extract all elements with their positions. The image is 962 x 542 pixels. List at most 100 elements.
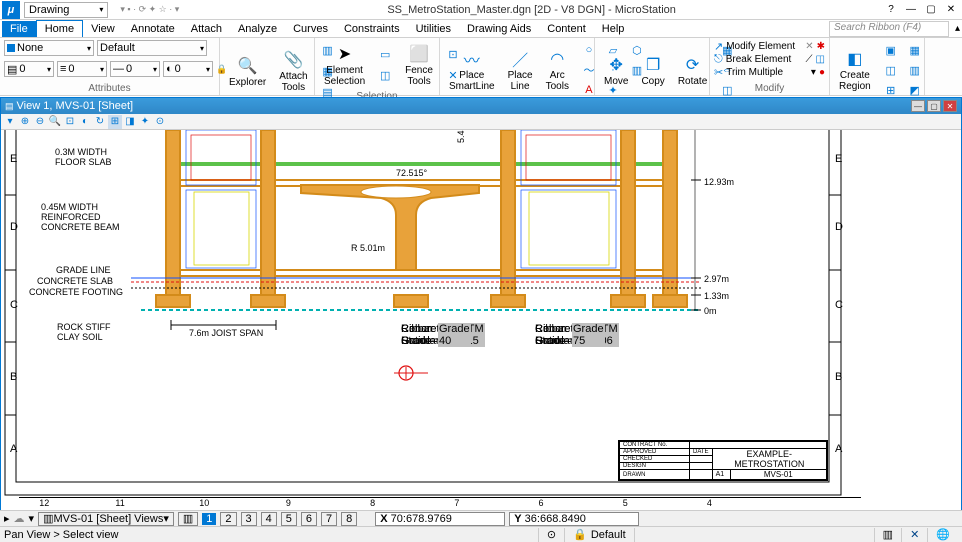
sb-c-icon[interactable]: 🌐 <box>936 528 950 541</box>
fence-tools-button[interactable]: ⬜Fence Tools <box>400 40 438 90</box>
ann-w1: 72.515° <box>396 168 427 178</box>
place-line-button[interactable]: ／Place Line <box>503 45 538 95</box>
svg-text:B: B <box>835 371 842 383</box>
line-combo[interactable]: —0▾ <box>110 61 160 77</box>
tab-drawing-aids[interactable]: Drawing Aids <box>459 21 539 37</box>
lock-icon[interactable]: 🔒 <box>573 528 587 541</box>
vt-9[interactable]: ◨ <box>123 115 137 129</box>
element-selection-button[interactable]: ➤Element Selection <box>319 40 370 90</box>
svg-text:E: E <box>10 153 17 165</box>
create-region-button[interactable]: ◧Create Region <box>834 45 876 95</box>
move-button[interactable]: ✥Move <box>599 51 633 90</box>
g3[interactable]: ◫ <box>879 60 903 80</box>
tab-curves[interactable]: Curves <box>285 21 336 37</box>
group-modify-label: Modify <box>714 82 825 95</box>
view-num-2[interactable]: 2 <box>220 512 236 526</box>
ann-w2: R 5.01m <box>351 243 385 253</box>
ann-h2: 12.93m <box>704 177 734 187</box>
view-close-button[interactable]: ✕ <box>943 100 957 112</box>
cloud-icon[interactable]: ☁ <box>14 512 25 525</box>
maximize-icon[interactable]: ▢ <box>924 3 938 17</box>
g1[interactable]: ▣ <box>879 40 903 60</box>
sb-a-icon[interactable]: ▥ <box>883 528 893 541</box>
view-num-4[interactable]: 4 <box>261 512 277 526</box>
sel-a-button[interactable]: ▭ <box>373 45 397 65</box>
g4[interactable]: ▥ <box>903 60 927 80</box>
ann-h5: 0m <box>704 306 717 316</box>
view-num-6[interactable]: 6 <box>301 512 317 526</box>
ann-h1: 5.47m <box>456 130 466 143</box>
tab-file[interactable]: File <box>2 21 36 37</box>
vt-3[interactable]: ⊖ <box>33 115 47 129</box>
view-num-3[interactable]: 3 <box>241 512 257 526</box>
ann-soil: ROCK STIFF CLAY SOIL <box>57 322 111 342</box>
view-max-button[interactable]: ▢ <box>927 100 941 112</box>
tab-help[interactable]: Help <box>594 21 633 37</box>
weight-combo[interactable]: ≡0▾ <box>57 61 107 77</box>
vt-6[interactable]: ◐ <box>78 115 92 129</box>
sel-b-button[interactable]: ◫ <box>373 66 397 86</box>
vt-1[interactable]: ▾ <box>3 115 17 129</box>
svg-text:A: A <box>835 443 843 455</box>
view-num-1[interactable]: 1 <box>202 513 216 525</box>
bottom-scale: 12 11 10 9 8 7 6 5 4 <box>19 497 861 509</box>
transparency-combo[interactable]: ◐0▾ <box>163 61 213 77</box>
smartline-button[interactable]: 〰Place SmartLine <box>444 45 500 95</box>
group-attributes-label: Attributes <box>4 82 215 95</box>
minimize-icon[interactable]: — <box>904 3 918 17</box>
view-num-5[interactable]: 5 <box>281 512 297 526</box>
attach-tools-button[interactable]: 📎Attach Tools <box>274 46 312 96</box>
tab-annotate[interactable]: Annotate <box>123 21 183 37</box>
view-title: View 1, MVS-01 [Sheet] <box>17 100 134 112</box>
vt-4[interactable]: 🔍 <box>48 115 62 129</box>
close-icon[interactable]: ✕ <box>944 3 958 17</box>
view-window: ▤ View 1, MVS-01 [Sheet] — ▢ ✕ ▾ ⊕ ⊖ 🔍 ⊡… <box>0 97 962 512</box>
view-num-8[interactable]: 8 <box>341 512 357 526</box>
explorer-button[interactable]: 🔍Explorer <box>224 52 271 91</box>
linestyle-combo[interactable]: ▤0▾ <box>4 61 54 77</box>
vt-2[interactable]: ⊕ <box>18 115 32 129</box>
vt-11[interactable]: ⊙ <box>153 115 167 129</box>
ann-floor-slab: 0.3M WIDTH FLOOR SLAB <box>55 147 112 167</box>
view-group-icon[interactable]: ▥ <box>178 512 198 526</box>
view-num-7[interactable]: 7 <box>321 512 337 526</box>
g2[interactable]: ▦ <box>903 40 927 60</box>
workflow-dropdown[interactable]: Drawing▾ <box>24 2 108 18</box>
copy-button[interactable]: ❐Copy <box>636 51 669 90</box>
coord-x: 70:678.9769 <box>391 513 452 525</box>
tab-attach[interactable]: Attach <box>183 21 230 37</box>
drawing-canvas[interactable]: EE DD CC BB AA <box>1 130 961 511</box>
app-logo: μ <box>2 1 20 19</box>
ann-slab: CONCRETE SLAB <box>37 276 113 286</box>
title-block: CONTRACT No. APPROVEDDATEEXAMPLE-METROST… <box>618 440 828 481</box>
tab-home[interactable]: Home <box>36 20 83 37</box>
ann-footing: CONCRETE FOOTING <box>29 287 123 297</box>
vt-5[interactable]: ⊡ <box>63 115 77 129</box>
arc-tools-button[interactable]: ◠Arc Tools <box>541 45 574 95</box>
vt-10[interactable]: ✦ <box>138 115 152 129</box>
vt-7[interactable]: ↻ <box>93 115 107 129</box>
template-combo[interactable]: Default▾ <box>97 40 207 56</box>
svg-text:E: E <box>835 153 842 165</box>
tab-content[interactable]: Content <box>539 21 594 37</box>
tab-analyze[interactable]: Analyze <box>230 21 285 37</box>
rotate-button[interactable]: ⟳Rotate <box>673 51 712 90</box>
level-combo[interactable]: None▾ <box>4 40 94 56</box>
vt-8[interactable]: ⊞ <box>108 115 122 129</box>
help-icon[interactable]: ? <box>884 3 898 17</box>
svg-text:A: A <box>10 443 18 455</box>
task-nav-icon[interactable]: ▸ <box>4 512 10 525</box>
view-min-button[interactable]: — <box>911 100 925 112</box>
tab-view[interactable]: View <box>83 21 123 37</box>
tab-utilities[interactable]: Utilities <box>408 21 459 37</box>
ribbon-search[interactable]: Search Ribbon (F4) <box>829 21 949 37</box>
snap-icon[interactable]: ⊙ <box>547 528 556 541</box>
ann-joist: 7.6m JOIST SPAN <box>189 328 263 338</box>
svg-text:C: C <box>10 299 18 311</box>
tab-constraints[interactable]: Constraints <box>336 21 408 37</box>
view-name-combo[interactable]: ▥ MVS-01 [Sheet] Views ▾ <box>38 512 174 526</box>
ann-beam: 0.45M WIDTH REINFORCED CONCRETE BEAM <box>41 202 120 232</box>
prompt-text: Pan View > Select view <box>4 529 118 541</box>
sb-b-icon[interactable]: ✕ <box>910 528 919 541</box>
svg-text:D: D <box>10 221 18 233</box>
